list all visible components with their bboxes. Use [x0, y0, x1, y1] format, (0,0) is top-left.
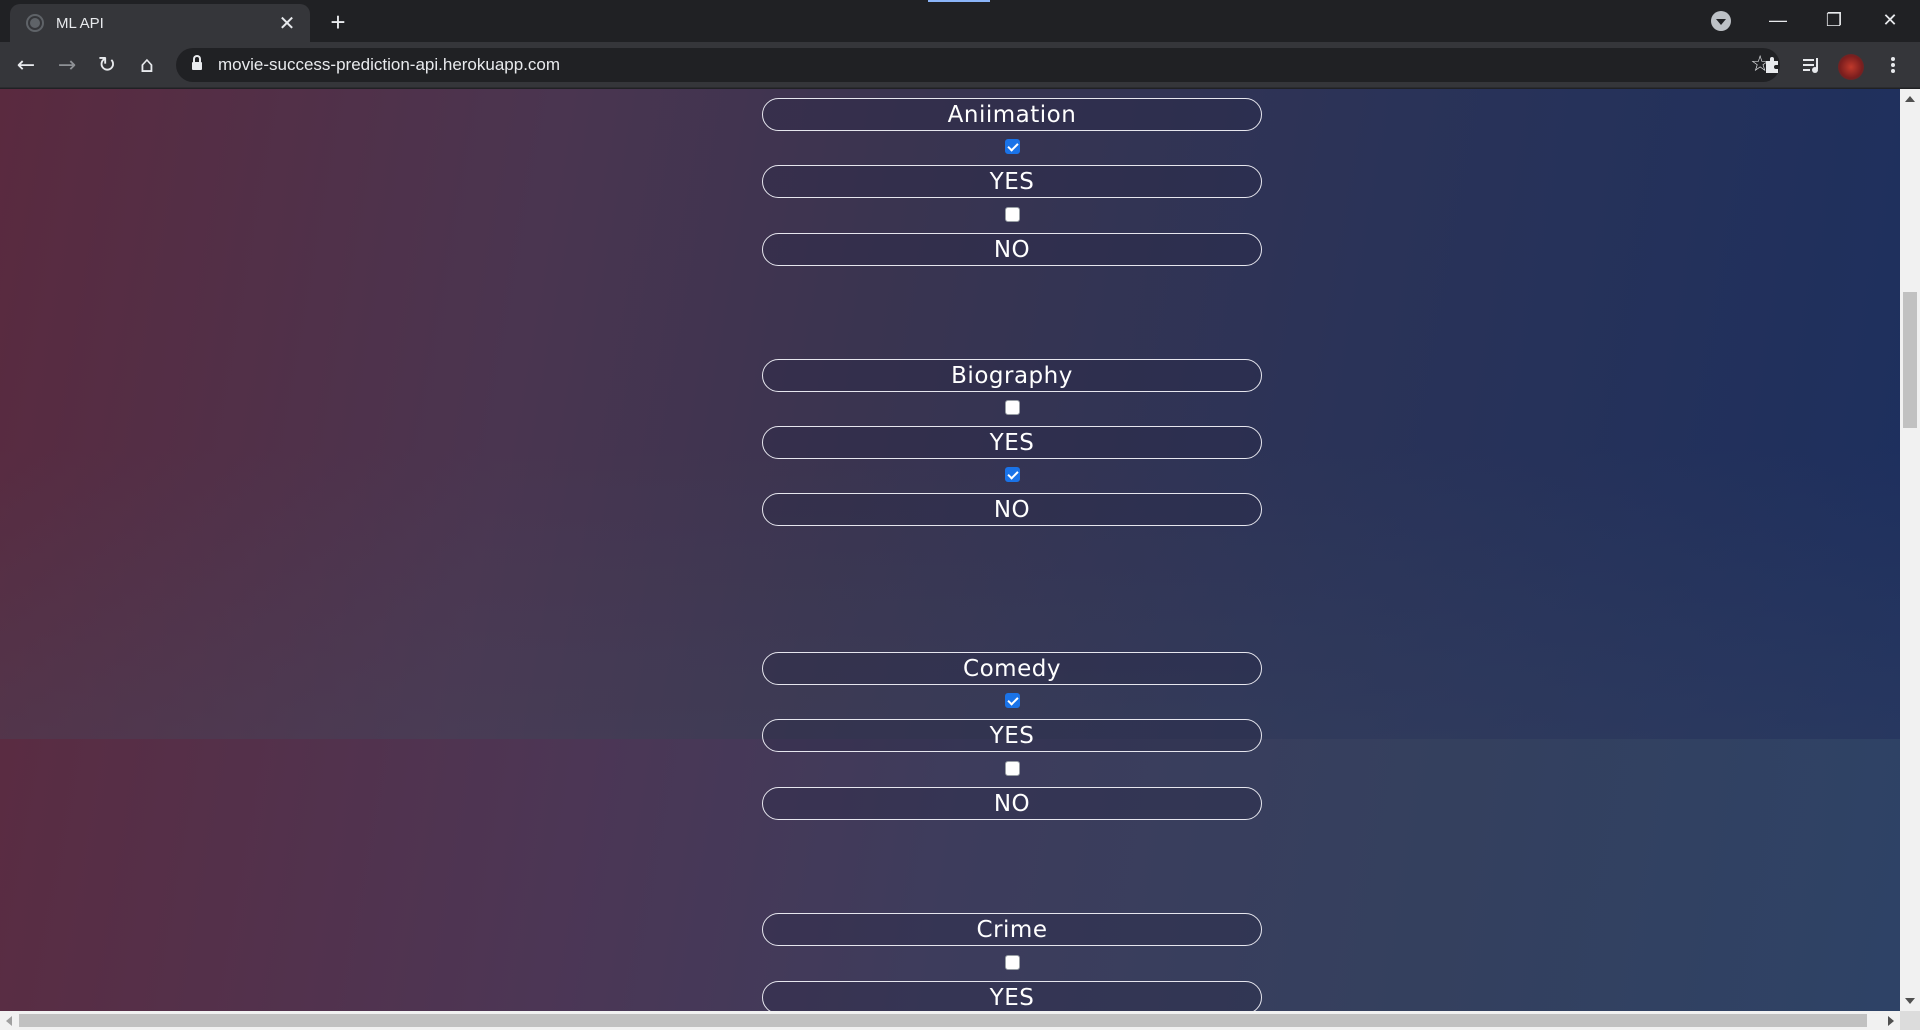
back-button[interactable]: ←	[10, 49, 42, 81]
vertical-scroll-thumb[interactable]	[1903, 292, 1917, 428]
genre-field-comedy[interactable]: Comedy	[762, 652, 1262, 685]
biography-no-field[interactable]: NO	[762, 493, 1262, 526]
aniimation-yes-checkbox[interactable]	[1005, 139, 1020, 154]
aniimation-no-field[interactable]: NO	[762, 233, 1262, 266]
new-tab-button[interactable]: +	[322, 6, 354, 38]
scroll-down-arrow-icon[interactable]	[1905, 998, 1915, 1004]
aniimation-yes-field[interactable]: YES	[762, 165, 1262, 198]
comedy-yes-checkbox[interactable]	[1005, 693, 1020, 708]
scroll-left-arrow-icon[interactable]	[6, 1016, 12, 1026]
address-bar[interactable]: movie-success-prediction-api.herokuapp.c…	[176, 48, 1780, 82]
url-text[interactable]: movie-success-prediction-api.herokuapp.c…	[218, 55, 560, 75]
tab-search-icon[interactable]	[1711, 11, 1731, 31]
scrollbar-corner	[1900, 1011, 1920, 1030]
genre-field-crime[interactable]: Crime	[762, 913, 1262, 946]
restore-button[interactable]: ❐	[1806, 0, 1862, 40]
tab-strip: ML API ✕ + — ❐ ✕	[0, 0, 1920, 42]
comedy-no-field[interactable]: NO	[762, 787, 1262, 820]
scroll-right-arrow-icon[interactable]	[1888, 1016, 1894, 1026]
aniimation-no-checkbox[interactable]	[1005, 207, 1020, 222]
tab-title: ML API	[56, 14, 104, 32]
browser-tab[interactable]: ML API ✕	[10, 4, 310, 42]
scroll-up-arrow-icon[interactable]	[1905, 96, 1915, 102]
media-queue-icon[interactable]	[1796, 49, 1828, 81]
genre-field-biography[interactable]: Biography	[762, 359, 1262, 392]
background-panel	[0, 739, 1900, 1011]
comedy-yes-field[interactable]: YES	[762, 719, 1262, 752]
browser-toolbar: ← → ↻ ⌂ movie-success-prediction-api.her…	[0, 42, 1920, 88]
close-window-button[interactable]: ✕	[1862, 0, 1918, 40]
loading-indicator	[928, 0, 990, 2]
lock-icon[interactable]	[192, 54, 202, 73]
home-button[interactable]: ⌂	[131, 49, 163, 81]
reload-button[interactable]: ↻	[91, 49, 123, 81]
page-viewport: Aniimation YES NO Biography YES NO Comed…	[0, 89, 1900, 1011]
forward-button[interactable]: →	[51, 49, 83, 81]
biography-yes-field[interactable]: YES	[762, 426, 1262, 459]
horizontal-scrollbar[interactable]	[0, 1011, 1900, 1030]
biography-no-checkbox[interactable]	[1005, 467, 1020, 482]
profile-avatar[interactable]	[1838, 54, 1864, 80]
crime-yes-checkbox[interactable]	[1005, 955, 1020, 970]
kebab-menu-icon[interactable]	[1877, 49, 1909, 81]
tab-close-icon[interactable]: ✕	[276, 12, 298, 35]
puzzle-icon[interactable]	[1756, 49, 1788, 81]
biography-yes-checkbox[interactable]	[1005, 400, 1020, 415]
genre-field-aniimation[interactable]: Aniimation	[762, 98, 1262, 131]
horizontal-scroll-thumb[interactable]	[19, 1014, 1867, 1027]
comedy-no-checkbox[interactable]	[1005, 761, 1020, 776]
globe-icon	[26, 14, 44, 32]
vertical-scrollbar[interactable]	[1900, 89, 1920, 1011]
minimize-button[interactable]: —	[1750, 0, 1806, 40]
crime-yes-field[interactable]: YES	[762, 981, 1262, 1011]
